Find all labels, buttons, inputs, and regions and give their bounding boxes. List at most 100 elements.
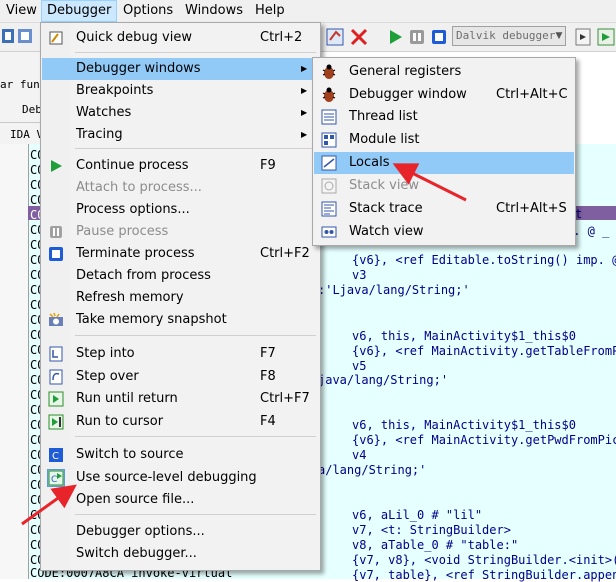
- menu-item-label: Debugger options...: [76, 524, 205, 539]
- switch-source-icon: C: [48, 447, 64, 463]
- menu-item-run-until-return[interactable]: Run until return Ctrl+F7: [42, 388, 319, 410]
- step-into-icon: [48, 346, 64, 362]
- menu-item-watches[interactable]: Watches ▶: [42, 102, 319, 124]
- menu-separator: [75, 52, 316, 53]
- menu-item-refresh-memory[interactable]: Refresh memory: [42, 287, 319, 309]
- code-operand[interactable]: t: [575, 207, 582, 221]
- menu-item-shortcut: Ctrl+2: [260, 30, 303, 45]
- run-return-icon: [48, 391, 64, 407]
- menu-item-label: Run to cursor: [76, 414, 164, 429]
- module-list-icon: [321, 132, 337, 148]
- menu-item-terminate-process[interactable]: Terminate process Ctrl+F2: [42, 243, 319, 265]
- play-icon: [48, 158, 64, 174]
- submenu-item-shortcut: Ctrl+Alt+C: [496, 87, 568, 102]
- menu-item-debugger-options[interactable]: Debugger options...: [42, 521, 319, 543]
- submenu-item-general-registers[interactable]: General registers: [314, 61, 574, 83]
- menu-item-step-into[interactable]: Step into F7: [42, 343, 319, 365]
- menu-separator: [75, 436, 316, 437]
- code-operand[interactable]: v8, aTable_0 # "table:": [352, 538, 518, 552]
- behind-text-2: Deb: [22, 103, 42, 116]
- menu-separator: [75, 148, 316, 149]
- menu-bar: View Debugger Options Windows Help: [0, 0, 616, 23]
- submenu-item-thread-list[interactable]: Thread list: [314, 106, 574, 128]
- menu-item-use-source-level-debugging[interactable]: C Use source-level debugging: [42, 467, 319, 489]
- submenu-item-debugger-window[interactable]: Debugger window Ctrl+Alt+C: [314, 84, 574, 106]
- code-operand[interactable]: v6, this, MainActivity$1_this$0: [352, 329, 576, 343]
- code-operand[interactable]: v6, aLil_0 # "lil": [352, 508, 482, 522]
- submenu-item-label: Module list: [349, 132, 420, 147]
- code-operand[interactable]: v6, this, MainActivity$1_this$0: [352, 418, 576, 432]
- chevron-down-icon[interactable]: ▼: [552, 26, 566, 46]
- code-operand[interactable]: a/lang/String;': [318, 463, 426, 477]
- toolbar-debug-icons[interactable]: [324, 26, 448, 48]
- menu-item-shortcut: F4: [260, 414, 276, 429]
- menu-view[interactable]: View: [1, 0, 42, 22]
- submenu-item-stack-view[interactable]: Stack view: [314, 175, 574, 197]
- code-operand[interactable]: :'Ljava/lang/String;': [318, 283, 470, 297]
- menu-options[interactable]: Options: [118, 0, 178, 22]
- code-operand[interactable]: {v6}, <ref MainActivity.getPwdFromPic(: [352, 433, 616, 447]
- code-operand[interactable]: v7, <t: StringBuilder>: [352, 523, 511, 537]
- menu-item-label: Tracing: [76, 127, 123, 142]
- menu-item-step-over[interactable]: Step over F8: [42, 366, 319, 388]
- menu-item-label: Process options...: [76, 202, 190, 217]
- menu-item-label: Step into: [76, 346, 135, 361]
- submenu-item-label: Debugger window: [349, 87, 467, 102]
- locals-icon: [321, 155, 337, 171]
- menu-separator: [75, 514, 316, 515]
- menu-item-open-source-file[interactable]: Open source file...: [42, 489, 319, 511]
- menu-item-label: Switch debugger...: [76, 546, 197, 561]
- pause-icon: [48, 224, 64, 240]
- code-operand[interactable]: {v6}, <ref MainActivity.getTableFromPi: [352, 344, 616, 358]
- submenu-item-watch-view[interactable]: Watch view: [314, 221, 574, 243]
- menu-help[interactable]: Help: [250, 0, 290, 22]
- menu-item-label: Open source file...: [76, 492, 195, 507]
- code-operand[interactable]: v5: [352, 359, 366, 373]
- debugger-windows-submenu: General registers Debugger window Ctrl+Alt…: [312, 57, 576, 246]
- menu-item-quick-debug-view[interactable]: Quick debug view Ctrl+2: [42, 27, 319, 49]
- menu-item-label: Detach from process: [76, 268, 211, 283]
- toolbar-left-icons[interactable]: [0, 27, 40, 47]
- menu-item-process-options[interactable]: Process options...: [42, 199, 319, 221]
- submenu-arrow-icon: ▶: [301, 130, 308, 139]
- toolbar-right-icons[interactable]: [574, 26, 616, 48]
- menu-item-switch-debugger[interactable]: Switch debugger...: [42, 543, 319, 565]
- submenu-arrow-icon: ▶: [301, 64, 308, 73]
- bug-icon: [321, 64, 337, 80]
- submenu-item-locals[interactable]: Locals: [314, 152, 574, 174]
- code-operand[interactable]: v4: [352, 448, 366, 462]
- menu-debugger[interactable]: Debugger: [41, 0, 118, 22]
- menu-windows[interactable]: Windows: [180, 0, 248, 22]
- menu-item-breakpoints[interactable]: Breakpoints ▶: [42, 80, 319, 102]
- submenu-item-label: Locals: [349, 155, 390, 170]
- menu-item-label: Debugger windows: [76, 61, 201, 76]
- menu-item-detach-from-process[interactable]: Detach from process: [42, 265, 319, 287]
- bug-icon: [321, 87, 337, 103]
- code-operand[interactable]: {v6}, <ref Editable.toString() imp. @: [352, 253, 616, 267]
- divider: [0, 122, 44, 123]
- menu-item-run-to-cursor[interactable]: Run to cursor F4: [42, 411, 319, 433]
- debugger-select[interactable]: Dalvik debugger: [452, 26, 566, 46]
- menu-item-label: Terminate process: [76, 246, 195, 261]
- code-operand[interactable]: java/lang/String;': [318, 373, 448, 387]
- menu-item-take-memory-snapshot[interactable]: Take memory snapshot: [42, 309, 319, 331]
- menu-item-shortcut: F8: [260, 369, 276, 384]
- code-operand[interactable]: v3: [352, 268, 366, 282]
- submenu-item-module-list[interactable]: Module list: [314, 129, 574, 151]
- menu-item-pause-process[interactable]: Pause process: [42, 221, 319, 243]
- svg-text:C: C: [51, 475, 57, 485]
- menu-item-label: Switch to source: [76, 447, 184, 462]
- menu-item-debugger-windows[interactable]: Debugger windows ▶: [42, 58, 319, 80]
- menu-item-shortcut: Ctrl+F7: [260, 391, 310, 406]
- menu-item-continue-process[interactable]: Continue process F9: [42, 155, 319, 177]
- menu-item-tracing[interactable]: Tracing ▶: [42, 124, 319, 146]
- menu-item-switch-to-source[interactable]: C Switch to source: [42, 444, 319, 466]
- menu-item-attach-to-process[interactable]: Attach to process...: [42, 177, 319, 199]
- submenu-item-stack-trace[interactable]: Stack trace Ctrl+Alt+S: [314, 198, 574, 220]
- menu-item-shortcut: F7: [260, 346, 276, 361]
- submenu-arrow-icon: ▶: [301, 108, 308, 117]
- code-operand[interactable]: {v7, table}, <ref StringBuilder.append: [352, 568, 616, 582]
- code-operand[interactable]: {v7, v8}, <void StringBuilder.<init>(r: [352, 553, 616, 567]
- thread-list-icon: [321, 109, 337, 125]
- watch-view-icon: [321, 224, 337, 240]
